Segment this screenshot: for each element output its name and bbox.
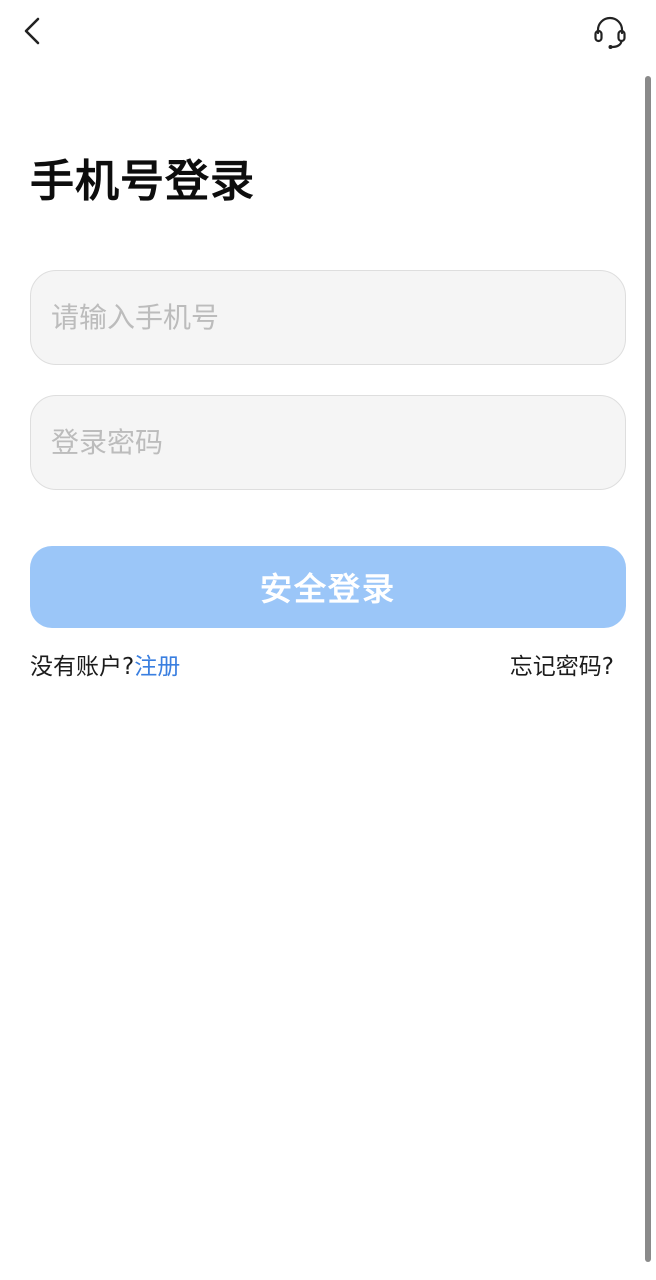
phone-input[interactable]: [31, 271, 625, 364]
forgot-password-link[interactable]: 忘记密码?: [510, 648, 614, 686]
page-title: 手机号登录: [30, 156, 255, 207]
phone-field[interactable]: [30, 270, 626, 365]
chevron-left-icon: [24, 17, 40, 45]
top-bar: [0, 0, 656, 64]
scrollbar[interactable]: [645, 76, 651, 1262]
no-account-text: 没有账户?注册: [30, 648, 180, 686]
password-field[interactable]: [30, 395, 626, 490]
no-account-label: 没有账户?: [30, 654, 135, 680]
secure-login-button[interactable]: 安全登录: [30, 546, 626, 628]
back-button[interactable]: [14, 12, 50, 50]
auth-links-row: 没有账户?注册 忘记密码?: [30, 648, 614, 686]
register-link[interactable]: 注册: [134, 654, 180, 680]
password-input[interactable]: [31, 396, 625, 489]
headset-icon: [594, 16, 626, 49]
customer-service-button[interactable]: [588, 10, 632, 54]
